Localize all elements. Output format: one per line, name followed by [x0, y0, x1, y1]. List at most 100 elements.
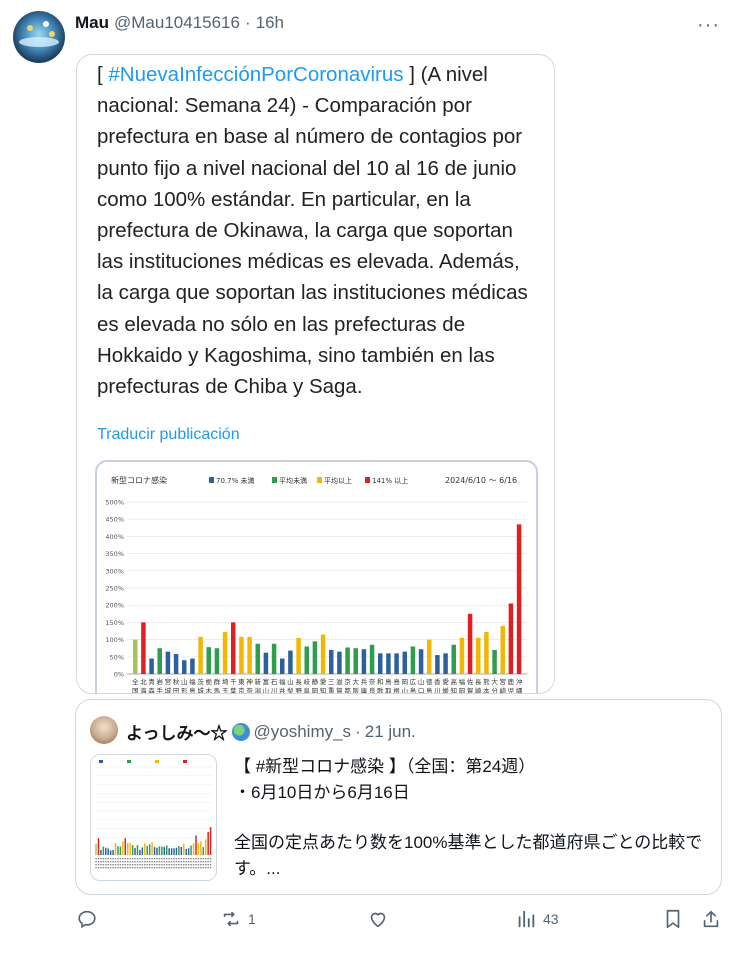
- chart-bar: [198, 636, 203, 674]
- chart-bar: [182, 660, 187, 674]
- thumb-label-mark: [190, 867, 192, 869]
- thumb-label-mark: [136, 858, 139, 860]
- x-tick-label-2: 根: [393, 686, 400, 694]
- thumb-label-mark: [207, 867, 209, 869]
- x-tick-label-2: 玉: [222, 687, 229, 694]
- y-tick-label: 100%: [105, 636, 124, 644]
- thumb-label-mark: [105, 858, 107, 860]
- thumb-bar: [97, 838, 100, 855]
- chart-bar: [296, 637, 301, 674]
- thumb-label-mark: [168, 858, 170, 860]
- thumb-label-mark: [165, 858, 168, 860]
- post-media-card[interactable]: [ #NuevaInfecciónPorCoronavirus ] (A niv…: [76, 54, 555, 694]
- x-tick-label-2: 媛: [442, 686, 449, 694]
- chart-bar: [516, 524, 522, 674]
- thumb-label-mark: [148, 864, 151, 866]
- y-tick-label: 500%: [105, 499, 124, 507]
- thumb-bar: [192, 843, 195, 855]
- x-tick-label-2: 井: [279, 686, 286, 694]
- quoted-avatar: [90, 716, 118, 744]
- x-tick-label-2: 手: [156, 686, 163, 694]
- thumb-label-mark: [200, 858, 202, 860]
- hashtag-link[interactable]: #NuevaInfecciónPorCoronavirus: [108, 63, 403, 86]
- x-tick-label-2: 知: [320, 686, 327, 694]
- views-button[interactable]: 43: [515, 908, 559, 930]
- thumb-legend-swatch: [183, 760, 187, 763]
- thumb-label-mark: [209, 864, 212, 866]
- thumb-label-mark: [156, 861, 158, 863]
- bookmark-button[interactable]: [662, 908, 684, 930]
- thumb-label-mark: [190, 861, 192, 863]
- thumb-label-mark: [187, 858, 190, 860]
- chart-bar: [410, 646, 416, 674]
- thumb-bar: [148, 844, 151, 855]
- x-tick-label-2: 岡: [312, 687, 319, 694]
- author-handle[interactable]: @Mau10415616: [114, 13, 240, 33]
- thumb-bar: [126, 842, 129, 855]
- x-tick-label: 佐: [467, 677, 474, 686]
- retweet-icon: [223, 911, 239, 927]
- thumb-label-mark: [163, 861, 166, 863]
- thumb-bar: [204, 839, 207, 855]
- thumb-label-mark: [195, 864, 197, 866]
- thumb-label-mark: [204, 867, 207, 869]
- thumb-label-mark: [139, 864, 141, 866]
- x-tick-label: 長: [475, 678, 482, 686]
- chart-image[interactable]: 新型コロナ感染 2024/6/10 ～ 6/16 70.7% 未満 平均未満 平均以上 1…: [95, 460, 538, 694]
- y-tick-label: 300%: [105, 567, 124, 575]
- chart-bar: [500, 625, 505, 674]
- thumb-label-mark: [185, 858, 187, 860]
- thumb-label-mark: [141, 861, 144, 863]
- x-tick-label-2: 知: [450, 686, 457, 694]
- x-tick-label: 福: [459, 677, 466, 686]
- x-tick-label-2: 阪: [352, 686, 359, 694]
- thumb-label-mark: [97, 864, 100, 866]
- legend-swatch: [272, 477, 277, 483]
- share-button[interactable]: [700, 908, 722, 930]
- translate-link[interactable]: Traducir publicación: [97, 426, 240, 444]
- thumb-label-mark: [124, 858, 127, 860]
- quoted-post[interactable]: よっしみ～☆ @yoshimy_s · 21 jun. 【 #新型コロナ感染 】…: [75, 699, 722, 895]
- retweet-count: 1: [248, 911, 256, 927]
- thumb-label-mark: [122, 861, 124, 863]
- chart-bar: [459, 637, 465, 674]
- x-tick-label: 宮: [499, 677, 506, 686]
- x-tick-label: 三: [328, 678, 335, 686]
- retweet-button[interactable]: 1: [220, 908, 256, 930]
- thumb-label-mark: [200, 864, 202, 866]
- y-tick-label: 250%: [105, 585, 124, 593]
- author-name[interactable]: Mau: [75, 13, 109, 33]
- x-tick-label-2: 崎: [499, 686, 506, 694]
- x-tick-label: 大: [491, 677, 498, 686]
- thumb-bar: [161, 846, 163, 855]
- thumb-bar: [165, 845, 168, 855]
- x-tick-label: 和: [377, 677, 384, 686]
- chart-bar: [476, 637, 481, 674]
- chart-bar: [214, 648, 220, 674]
- reply-button[interactable]: [76, 908, 104, 930]
- x-tick-label: 山: [181, 677, 188, 686]
- x-tick-label-2: 阜: [303, 686, 310, 694]
- x-tick-label: 福: [189, 677, 196, 686]
- post-time[interactable]: 16h: [256, 13, 284, 33]
- x-tick-label: 新: [254, 677, 261, 686]
- like-button[interactable]: [367, 908, 395, 930]
- legend-swatch: [317, 477, 322, 483]
- author-avatar[interactable]: [13, 11, 65, 63]
- header-separator: ·: [244, 13, 251, 32]
- thumb-label-mark: [204, 861, 207, 863]
- thumb-bar: [195, 835, 197, 855]
- thumb-label-mark: [129, 867, 131, 869]
- thumb-label-mark: [148, 867, 151, 869]
- thumb-label-mark: [146, 867, 148, 869]
- thumb-label-mark: [105, 861, 107, 863]
- chart-bar: [386, 653, 391, 674]
- thumb-label-mark: [114, 861, 117, 863]
- thumb-label-mark: [163, 864, 166, 866]
- y-tick-label: 450%: [105, 516, 124, 524]
- more-options-icon[interactable]: ···: [697, 14, 720, 37]
- thumb-bar: [185, 848, 187, 855]
- thumb-label-mark: [141, 867, 144, 869]
- share-icon: [703, 910, 719, 928]
- x-tick-label-2: 国: [132, 687, 139, 694]
